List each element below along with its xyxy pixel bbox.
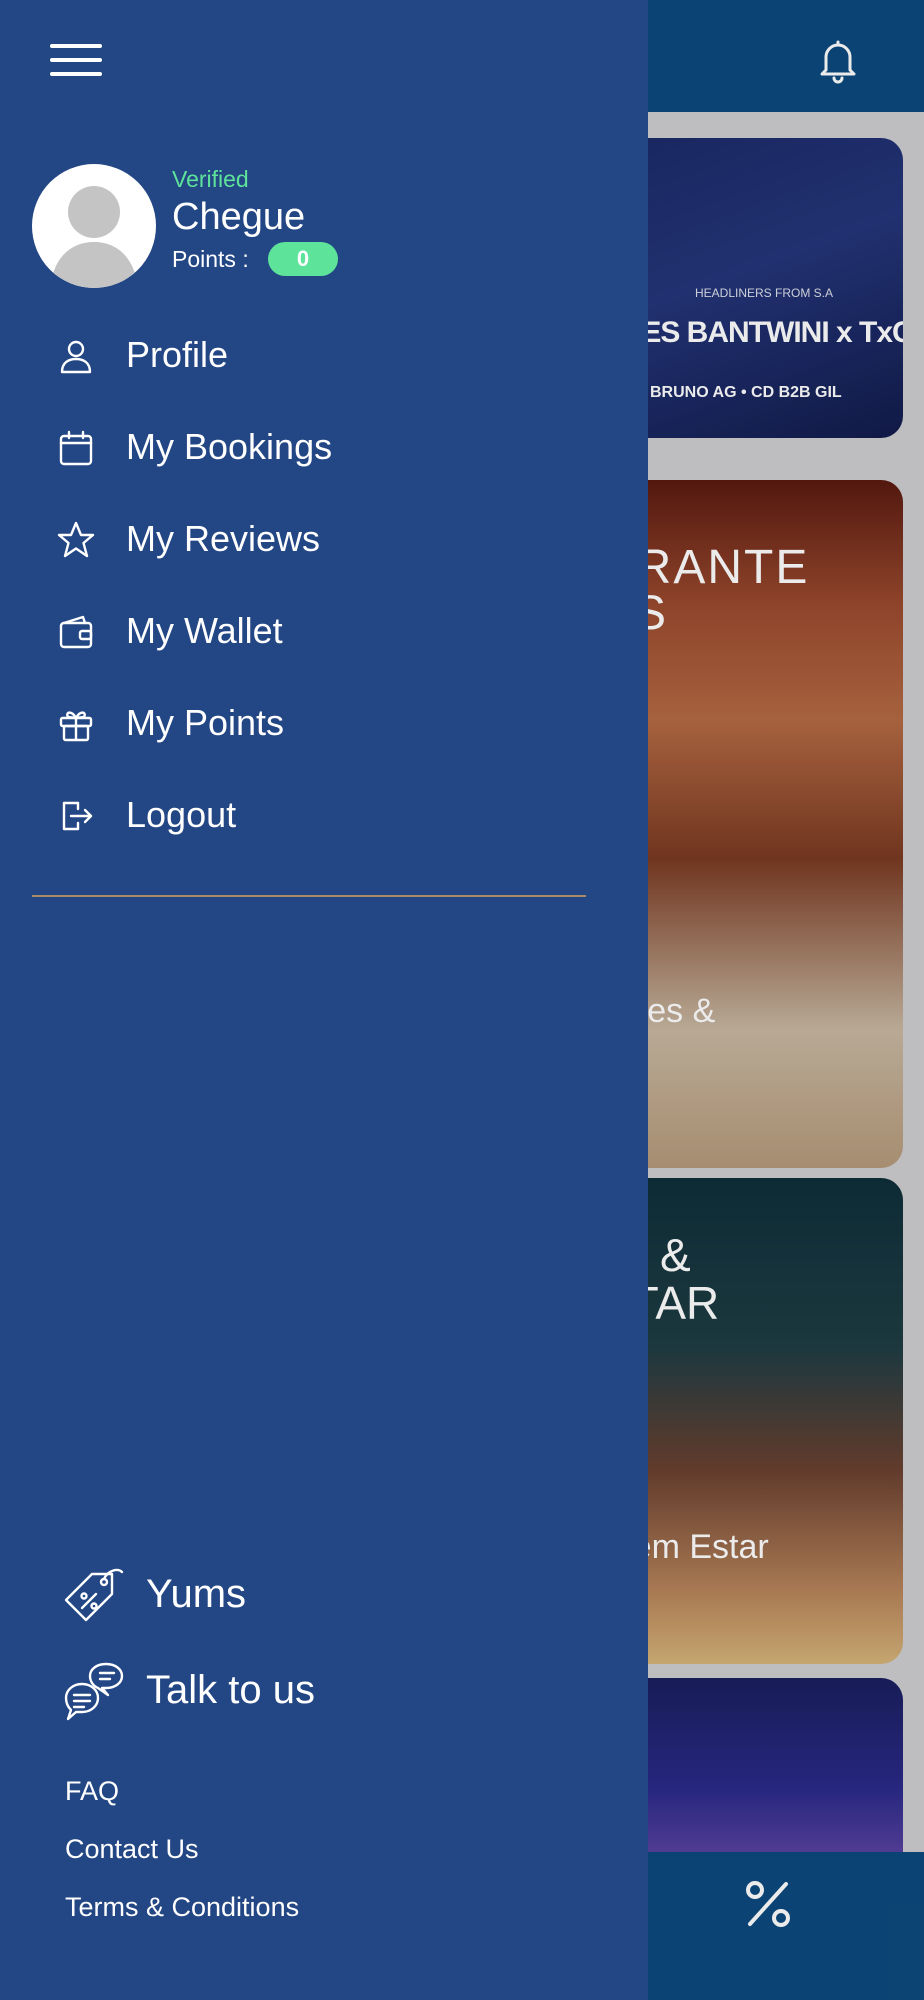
menu-item-label: Logout bbox=[126, 794, 237, 835]
menu-divider bbox=[32, 895, 586, 897]
user-icon bbox=[60, 340, 92, 374]
contact-us-link[interactable]: Contact Us bbox=[65, 1834, 199, 1865]
price-tag-icon bbox=[64, 1568, 124, 1622]
terms-link[interactable]: Terms & Conditions bbox=[65, 1892, 299, 1923]
points-badge: 0 bbox=[268, 242, 338, 276]
calendar-icon bbox=[59, 430, 93, 466]
menu-item-profile[interactable]: Profile bbox=[0, 320, 648, 390]
gift-icon bbox=[59, 711, 93, 742]
menu-item-reviews[interactable]: My Reviews bbox=[0, 504, 648, 574]
menu-item-bookings[interactable]: My Bookings bbox=[0, 412, 648, 482]
menu-item-label: My Wallet bbox=[126, 610, 283, 651]
points-label: Points : bbox=[172, 246, 249, 272]
verified-badge: Verified bbox=[172, 166, 249, 192]
menu-item-points[interactable]: My Points bbox=[0, 688, 648, 758]
nav-drawer: Verified Chegue Points : 0 Profile My Bo… bbox=[0, 0, 648, 2000]
menu-item-label: My Points bbox=[126, 702, 285, 743]
wallet-icon bbox=[59, 615, 93, 649]
menu-item-wallet[interactable]: My Wallet bbox=[0, 596, 648, 666]
extra-item-label: Yums bbox=[146, 1572, 247, 1616]
menu-item-label: Profile bbox=[126, 334, 229, 375]
menu-item-logout[interactable]: Logout bbox=[0, 780, 648, 850]
faq-link[interactable]: FAQ bbox=[65, 1776, 119, 1807]
hamburger-menu-icon[interactable] bbox=[50, 44, 102, 78]
logout-icon bbox=[62, 801, 93, 831]
extra-item-label: Talk to us bbox=[146, 1668, 315, 1712]
chat-bubbles-icon bbox=[64, 1662, 124, 1721]
menu-item-label: My Reviews bbox=[126, 518, 321, 559]
user-name: Chegue bbox=[172, 196, 306, 238]
star-icon bbox=[57, 521, 95, 558]
avatar[interactable] bbox=[32, 164, 156, 288]
menu-item-label: My Bookings bbox=[126, 426, 333, 467]
user-silhouette-icon bbox=[50, 186, 138, 288]
yums-item[interactable]: Yums bbox=[0, 1556, 648, 1636]
talk-to-us-item[interactable]: Talk to us bbox=[0, 1652, 648, 1732]
